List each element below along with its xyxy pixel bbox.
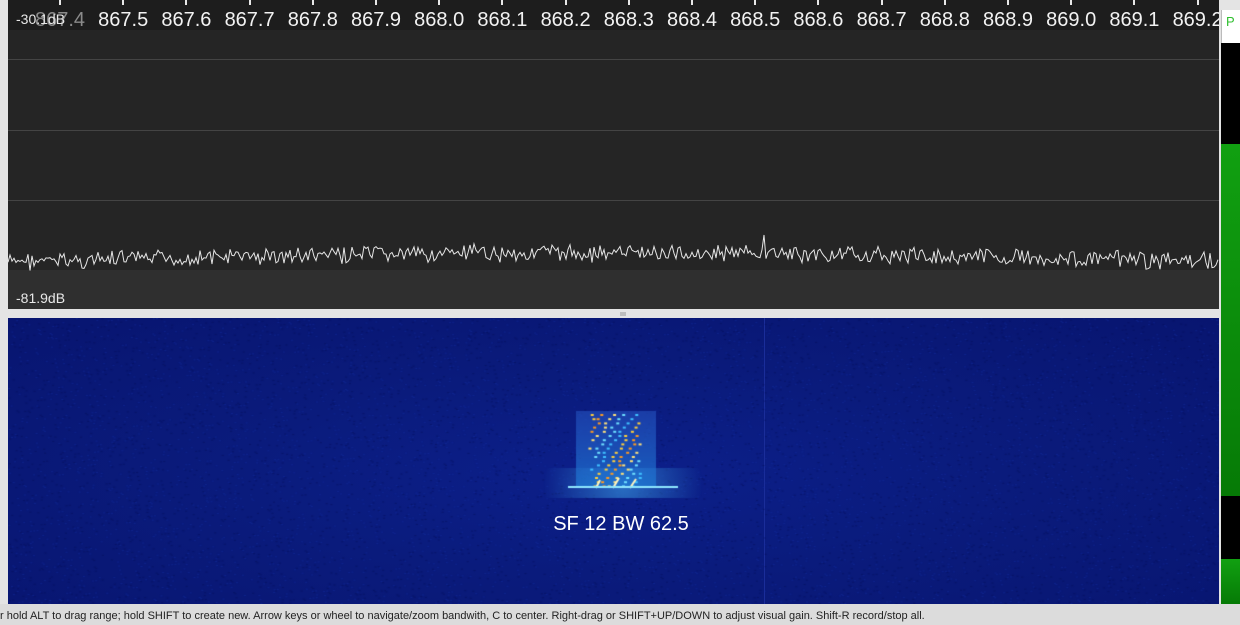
signal-annotation-label: SF 12 BW 62.5 — [553, 513, 689, 535]
meter-fill-upper — [1221, 144, 1240, 496]
db-max-label: -30.1dB — [16, 11, 66, 27]
lora-chirp-signal — [8, 318, 1219, 604]
pane-divider-handle[interactable] — [620, 312, 626, 316]
fft-trace-line — [8, 234, 1219, 271]
meter-fill-lower — [1221, 559, 1240, 604]
status-bar: r hold ALT to drag range; hold SHIFT to … — [0, 604, 1240, 625]
meter-letter: P — [1226, 14, 1235, 29]
fft-trace — [8, 234, 1219, 271]
meter-header: P — [1221, 10, 1240, 43]
level-meter[interactable]: P — [1221, 10, 1240, 604]
spectrum-view[interactable]: 867.4 867.5 867.6 867.7 867.8 867.9 868.0 868.1… — [8, 0, 1219, 309]
db-min-label: -81.9dB — [16, 290, 66, 306]
waterfall-view[interactable]: SF 12 BW 62.5 — [8, 318, 1219, 604]
